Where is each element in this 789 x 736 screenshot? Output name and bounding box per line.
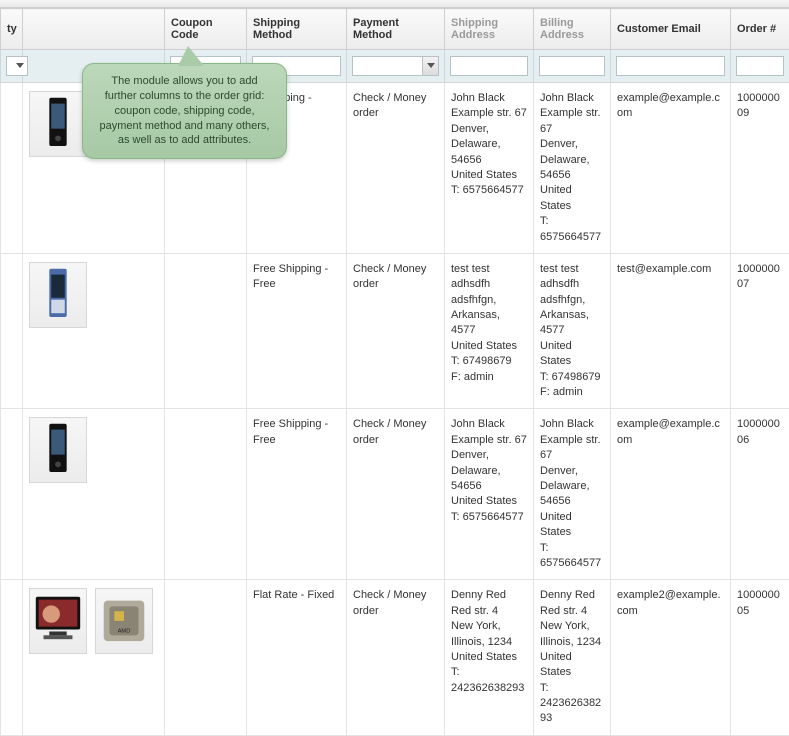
- cell-customer-email: example@example.com: [611, 83, 731, 254]
- cell-order-number: 100000009: [731, 83, 789, 254]
- filter-billaddr-input[interactable]: [539, 56, 605, 76]
- cell-shipping-address: John BlackExample str. 67Denver, Delawar…: [445, 83, 534, 254]
- col-shipping-address[interactable]: Shipping Address: [445, 9, 534, 50]
- col-qty[interactable]: ty: [1, 9, 23, 50]
- cell-qty: [1, 253, 23, 409]
- table-row[interactable]: AMDFlat Rate - FixedCheck / Money orderD…: [1, 580, 789, 736]
- col-customer-email[interactable]: Customer Email: [611, 9, 731, 50]
- product-thumbnail: [29, 417, 87, 483]
- cell-order-number: 100000006: [731, 409, 789, 580]
- col-order-number[interactable]: Order #: [731, 9, 789, 50]
- filter-email-input[interactable]: [616, 56, 725, 76]
- cell-coupon: [165, 409, 247, 580]
- cell-shipping-address: test testadhsdfh adsfhfgn, Arkansas, 457…: [445, 253, 534, 409]
- cell-billing-address: test testadhsdfh adsfhfgn, Arkansas, 457…: [534, 253, 611, 409]
- cell-billing-address: John BlackExample str. 67Denver, Delawar…: [534, 83, 611, 254]
- cell-customer-email: example2@example.com: [611, 580, 731, 736]
- cell-qty: [1, 83, 23, 254]
- cell-billing-address: Denny RedRed str. 4New York, Illinois, 1…: [534, 580, 611, 736]
- cell-coupon: [165, 253, 247, 409]
- filter-payment-select[interactable]: [352, 56, 439, 76]
- cell-thumbnail: [23, 409, 165, 580]
- grid-header-row: ty Coupon Code Shipping Method Payment M…: [1, 9, 789, 50]
- product-thumbnail: [29, 262, 87, 328]
- chevron-down-icon: [422, 57, 438, 75]
- cell-shipping-address: John BlackExample str. 67Denver, Delawar…: [445, 409, 534, 580]
- col-coupon-code[interactable]: Coupon Code: [165, 9, 247, 50]
- cell-payment-method: Check / Money order: [347, 83, 445, 254]
- product-thumbnail: [29, 588, 87, 654]
- cell-qty: [1, 409, 23, 580]
- col-payment-method[interactable]: Payment Method: [347, 9, 445, 50]
- cell-thumbnail: [23, 253, 165, 409]
- cell-payment-method: Check / Money order: [347, 253, 445, 409]
- cell-shipping-method: Flat Rate - Fixed: [247, 580, 347, 736]
- table-row[interactable]: Free Shipping - FreeCheck / Money orderJ…: [1, 409, 789, 580]
- cell-shipping-address: Denny RedRed str. 4New York, Illinois, 1…: [445, 580, 534, 736]
- svg-text:AMD: AMD: [118, 629, 131, 635]
- filter-shipaddr-input[interactable]: [450, 56, 528, 76]
- cell-payment-method: Check / Money order: [347, 409, 445, 580]
- table-row[interactable]: Free Shipping - FreeCheck / Money ordert…: [1, 253, 789, 409]
- cell-billing-address: John BlackExample str. 67Denver, Delawar…: [534, 409, 611, 580]
- feature-tooltip: The module allows you to add further col…: [82, 63, 287, 159]
- cell-qty: [1, 580, 23, 736]
- cell-customer-email: test@example.com: [611, 253, 731, 409]
- filter-order-input[interactable]: [736, 56, 784, 76]
- cell-shipping-method: Free Shipping - Free: [247, 409, 347, 580]
- product-thumbnail: AMD: [95, 588, 153, 654]
- filter-qty-select[interactable]: [6, 56, 28, 76]
- cell-coupon: [165, 580, 247, 736]
- product-thumbnail: [29, 91, 87, 157]
- cell-customer-email: example@example.com: [611, 409, 731, 580]
- cell-order-number: 100000007: [731, 253, 789, 409]
- cell-thumbnail: AMD: [23, 580, 165, 736]
- col-thumbnail[interactable]: [23, 9, 165, 50]
- cell-shipping-method: Free Shipping - Free: [247, 253, 347, 409]
- window-chrome-top: [0, 0, 789, 8]
- col-billing-address[interactable]: Billing Address: [534, 9, 611, 50]
- cell-order-number: 100000005: [731, 580, 789, 736]
- col-shipping-method[interactable]: Shipping Method: [247, 9, 347, 50]
- cell-payment-method: Check / Money order: [347, 580, 445, 736]
